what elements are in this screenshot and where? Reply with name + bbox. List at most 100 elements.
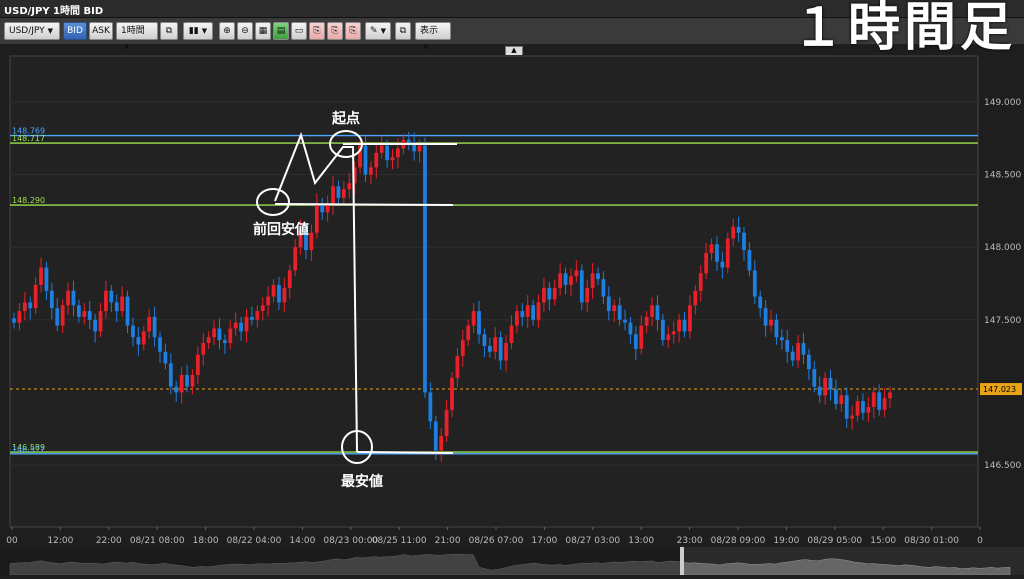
candle-body [104, 290, 108, 312]
window-button[interactable]: ▭ [291, 22, 307, 40]
plot-area [9, 55, 979, 528]
zoom-out-button[interactable]: ⊖ [237, 22, 253, 40]
alert-delete-icon: ⎘ [349, 26, 357, 36]
candle-body [55, 308, 60, 326]
navigator-overview [0, 547, 1011, 576]
chart-navigator[interactable] [0, 547, 1024, 576]
x-tick-label: 08/21 08:00 [130, 536, 185, 546]
x-tick-label: 14:00 [289, 536, 315, 546]
candle-body [379, 145, 384, 153]
candle-body [287, 270, 292, 288]
candle-body [585, 287, 590, 303]
candle-body [558, 273, 563, 288]
candle-body [531, 305, 536, 320]
symbol-select-value: USD/JPY [9, 26, 45, 36]
bid-button[interactable]: BID [63, 22, 87, 40]
candle-body [282, 287, 287, 303]
candle-body [477, 311, 481, 335]
chevron-down-icon: ▼ [47, 27, 54, 35]
candle-body [93, 319, 98, 332]
candle-body [509, 325, 514, 344]
candle-body [222, 340, 227, 344]
candle-body [109, 290, 114, 303]
candle-body [466, 325, 471, 341]
navigator-handle[interactable] [680, 547, 684, 575]
alert-delete-button[interactable]: ⎘ [345, 22, 361, 40]
candle-body [801, 343, 806, 355]
candle-body [839, 395, 844, 405]
candle-body [520, 311, 525, 317]
x-tick-label: 18:00 [193, 536, 219, 546]
display-select[interactable]: 表示 ▼ [415, 22, 451, 51]
candle-body [769, 319, 773, 326]
chart-type-select[interactable]: ▮▮ ▼ [183, 22, 213, 40]
chevron-down-icon: ▼ [201, 27, 208, 35]
candle-body [790, 351, 795, 361]
timeframe-overlay-label: １時間足 [791, 0, 1016, 58]
candle-body [579, 270, 584, 303]
timeframe-select[interactable]: 1時間 ▼ [116, 22, 158, 51]
horizontal-line-label: 146.577 [12, 445, 45, 454]
window-title: USD/JPY 1時間 BID [4, 6, 104, 17]
candle-body [174, 386, 179, 393]
candle-body [861, 401, 865, 413]
x-tick-label: 13:00 [628, 536, 654, 546]
bar-chart-icon: ▮▮ [188, 26, 199, 36]
candle-body [131, 325, 135, 338]
pencil-icon: ✎ [370, 26, 378, 36]
candle-body [752, 270, 757, 297]
chevron-down-icon: ▼ [380, 27, 386, 35]
candle-body [504, 343, 508, 361]
candle-body [709, 244, 714, 254]
timeframe-select-value: 1時間 [121, 26, 145, 36]
candle-body [806, 354, 811, 370]
candle-body [239, 322, 244, 332]
candle-body [212, 328, 216, 338]
candle-body [877, 392, 882, 410]
x-tick-label: 21:00 [435, 536, 461, 546]
candle-body [796, 343, 800, 361]
x-tick-label: 08/27 03:00 [565, 536, 620, 546]
chevron-down-icon: ▼ [124, 43, 130, 51]
grid-button[interactable]: ▦ [255, 22, 271, 40]
candle-body [682, 319, 687, 332]
zoom-in-button[interactable]: ⊕ [219, 22, 235, 40]
candle-body [33, 284, 38, 309]
candle-body [390, 157, 395, 161]
candle-body [347, 183, 352, 190]
ask-button[interactable]: ASK [89, 22, 113, 40]
candle-body [417, 145, 422, 152]
candle-body [141, 331, 146, 345]
candle-body [314, 203, 319, 233]
candle-body [660, 319, 665, 341]
window-icon: ▭ [294, 26, 304, 36]
horizontal-line-label: 148.717 [12, 134, 45, 143]
draw-tool-select[interactable]: ✎ ▼ [365, 22, 391, 40]
candle-body [179, 374, 184, 393]
clone-button[interactable]: ⧉ [395, 22, 411, 40]
candle-body [163, 351, 168, 364]
symbol-select[interactable]: USD/JPY ▼ [4, 22, 60, 40]
candle-body [260, 305, 265, 312]
alert-add-button[interactable]: ⎘ [309, 22, 325, 40]
candle-body [666, 334, 671, 341]
copy-icon[interactable]: ⧉ [160, 22, 178, 40]
candle-body [406, 139, 411, 143]
candle-body [650, 305, 654, 317]
y-tick-label: 148.000 [984, 243, 1021, 253]
candle-body [460, 340, 465, 357]
candle-body [498, 337, 503, 361]
candle-body [147, 316, 152, 332]
candle-body [547, 287, 552, 300]
candle-body [114, 302, 119, 312]
candle-body [385, 145, 390, 161]
x-tick-label: 0 [977, 536, 983, 546]
x-tick-label: 00 [6, 536, 18, 546]
layout-button[interactable]: ▤ [273, 22, 289, 40]
alert-edit-button[interactable]: ⎘ [327, 22, 343, 40]
candle-body [866, 406, 871, 413]
candle-body [715, 244, 719, 262]
candle-body [763, 308, 768, 326]
lowest-label: 最安値 [341, 473, 383, 490]
candle-body [774, 319, 779, 338]
